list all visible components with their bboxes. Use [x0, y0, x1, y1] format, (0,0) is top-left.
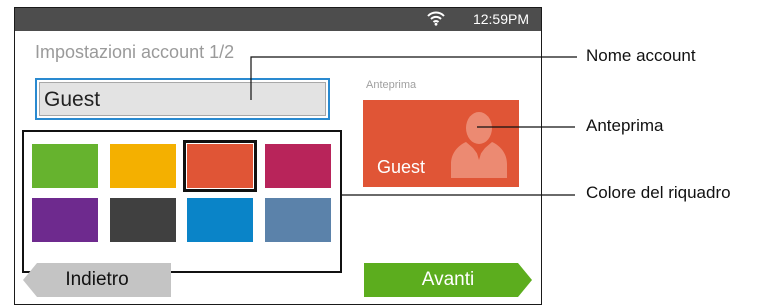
callout-tile-color: Colore del riquadro — [586, 183, 731, 202]
callout-account-name: Nome account — [586, 46, 696, 65]
callout-preview: Anteprima — [586, 116, 664, 135]
